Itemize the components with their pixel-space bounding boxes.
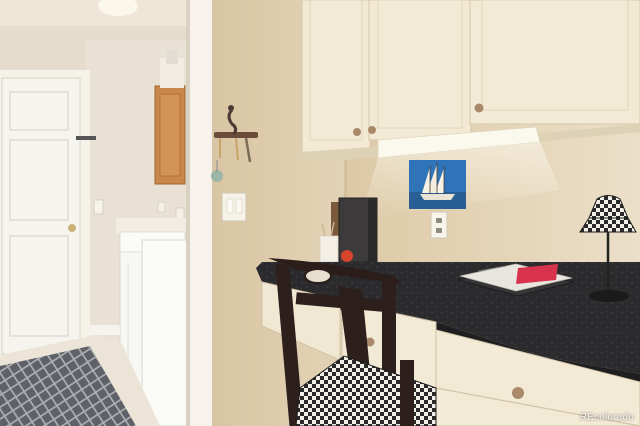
door-stop — [76, 136, 96, 140]
dryer — [141, 239, 188, 426]
baseboard — [86, 325, 120, 335]
cabinet-knob — [474, 103, 484, 113]
desk-outlet — [430, 211, 448, 239]
upper-cabinet-right — [469, 0, 640, 125]
photo-scene — [0, 0, 640, 426]
laundry-switch — [93, 199, 104, 215]
drawer-knob — [512, 387, 524, 399]
red-item — [341, 250, 353, 262]
sailboat-painting-icon — [409, 160, 466, 209]
laundry-outlet — [157, 201, 166, 213]
watermark-text: REcolorado — [579, 412, 634, 423]
cabinet-knob — [368, 126, 376, 134]
upper-cabinet-mid — [368, 0, 472, 141]
pen-cup — [319, 235, 339, 263]
door-knob — [68, 224, 76, 232]
wall-switch — [221, 192, 247, 222]
cabinet-knob — [353, 128, 361, 136]
